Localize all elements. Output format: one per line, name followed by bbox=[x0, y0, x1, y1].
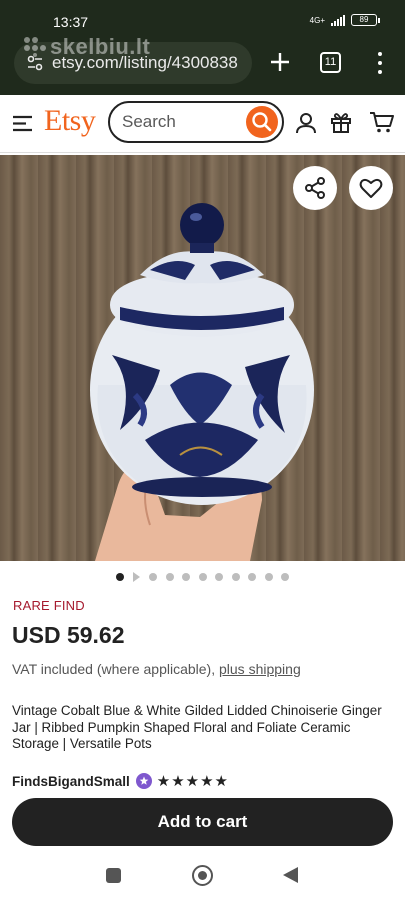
battery-icon: 89 bbox=[351, 14, 380, 26]
share-button[interactable] bbox=[293, 166, 337, 210]
system-nav-bar bbox=[0, 852, 405, 900]
ginger-jar-photo bbox=[90, 203, 314, 561]
product-image[interactable] bbox=[0, 155, 405, 561]
carousel-dot[interactable] bbox=[149, 573, 157, 581]
carousel-dot[interactable] bbox=[166, 573, 174, 581]
carousel-dot[interactable] bbox=[215, 573, 223, 581]
tab-switcher-button[interactable]: 11 bbox=[320, 52, 341, 73]
rare-find-badge: RARE FIND bbox=[13, 598, 85, 613]
search-icon bbox=[252, 112, 272, 132]
carousel-dots bbox=[0, 571, 405, 583]
watermark-text: skelbiu.lt bbox=[50, 34, 151, 59]
status-time: 13:37 bbox=[53, 14, 89, 30]
listing-title: Vintage Cobalt Blue & White Gilded Lidde… bbox=[12, 703, 382, 751]
recent-apps-icon[interactable] bbox=[106, 868, 121, 883]
carousel-next-icon[interactable] bbox=[133, 572, 140, 582]
search-bar bbox=[108, 101, 284, 143]
new-tab-button[interactable] bbox=[266, 48, 294, 76]
carousel-dot[interactable] bbox=[232, 573, 240, 581]
menu-icon[interactable] bbox=[12, 115, 33, 132]
watermark: skelbiu.lt bbox=[22, 34, 150, 60]
watermark-logo-icon bbox=[24, 37, 46, 57]
carousel-dot[interactable] bbox=[265, 573, 273, 581]
etsy-logo[interactable]: Etsy bbox=[44, 104, 96, 138]
signal-icon bbox=[331, 14, 345, 26]
battery-level: 89 bbox=[359, 15, 369, 24]
price: USD 59.62 bbox=[12, 622, 125, 648]
add-to-cart-button[interactable]: Add to cart bbox=[12, 798, 393, 846]
favorite-button[interactable] bbox=[349, 166, 393, 210]
search-input[interactable] bbox=[122, 103, 242, 141]
back-icon[interactable] bbox=[283, 867, 298, 883]
rating-stars-icon[interactable]: ★★★★★ bbox=[157, 772, 229, 790]
star-seller-badge-icon bbox=[135, 773, 152, 789]
carousel-dot[interactable] bbox=[281, 573, 289, 581]
seller-row[interactable]: FindsBigandSmall ★★★★★ bbox=[12, 772, 229, 790]
carousel-dot[interactable] bbox=[248, 573, 256, 581]
cart-icon[interactable] bbox=[369, 110, 395, 134]
carousel-dot[interactable] bbox=[116, 573, 124, 581]
gift-icon[interactable] bbox=[329, 110, 353, 134]
carousel-dot[interactable] bbox=[182, 573, 190, 581]
vat-note: VAT included (where applicable), plus sh… bbox=[12, 661, 301, 677]
carousel-dot[interactable] bbox=[199, 573, 207, 581]
seller-name[interactable]: FindsBigandSmall bbox=[12, 774, 130, 789]
etsy-header: Etsy bbox=[0, 95, 405, 153]
search-button[interactable] bbox=[246, 106, 278, 138]
vat-text: VAT included (where applicable), bbox=[12, 661, 219, 677]
user-icon[interactable] bbox=[294, 111, 318, 135]
home-icon[interactable] bbox=[192, 865, 213, 886]
network-type-icon: 4G+ bbox=[309, 15, 325, 25]
shipping-link[interactable]: plus shipping bbox=[219, 661, 301, 677]
status-icons: 4G+ 89 bbox=[309, 14, 380, 26]
heart-icon bbox=[359, 178, 383, 198]
more-menu-icon[interactable] bbox=[372, 50, 388, 76]
share-icon bbox=[305, 177, 325, 199]
browser-chrome: 13:37 4G+ 89 etsy.com/listing/4300838 11 bbox=[0, 0, 405, 95]
